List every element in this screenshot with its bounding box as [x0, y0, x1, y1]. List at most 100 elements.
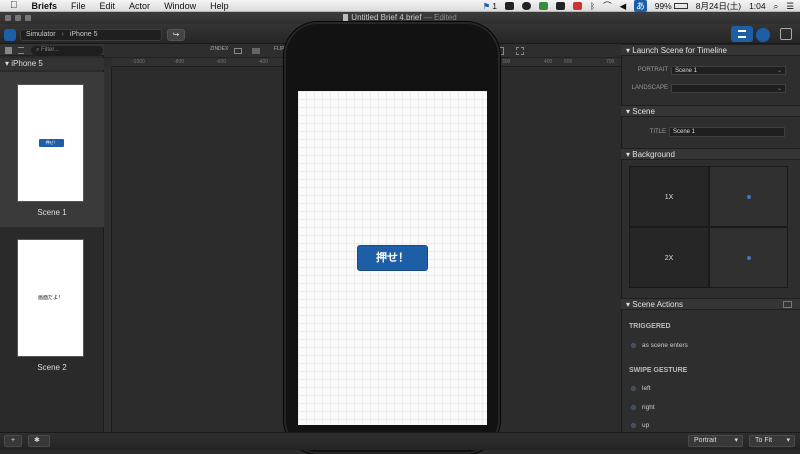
close-window-icon[interactable]: [5, 15, 11, 21]
action-scene-enters-label: as scene enters: [642, 342, 688, 349]
breadcrumb-device[interactable]: iPhone 5: [70, 31, 98, 38]
action-swipe-up-label: up: [642, 422, 650, 429]
info-icon[interactable]: [756, 28, 770, 42]
action-swipe-left[interactable]: left: [631, 385, 651, 392]
settings-menu-button[interactable]: ✱: [28, 435, 50, 447]
scene-actions-header[interactable]: ▾ Scene Actions: [621, 298, 800, 310]
chevron-down-icon: ⌄: [776, 68, 782, 74]
menu-window[interactable]: Window: [164, 0, 196, 12]
zoom-select[interactable]: To Fit ▾: [749, 435, 795, 447]
action-swipe-right[interactable]: right: [631, 404, 655, 411]
scene-section-header[interactable]: ▾ Scene: [621, 105, 800, 117]
scene-actions-title: Scene Actions: [632, 300, 683, 309]
bluetooth-icon[interactable]: ᛒ: [590, 1, 595, 11]
menubar-time[interactable]: 1:04: [749, 1, 766, 11]
device-group-header[interactable]: ▾ iPhone 5: [0, 58, 104, 70]
swipe-gesture-heading: SWIPE GESTURE: [629, 367, 688, 374]
action-swipe-up[interactable]: up: [631, 422, 649, 429]
background-1x-label: 1X: [629, 166, 709, 227]
minimize-window-icon[interactable]: [15, 15, 21, 21]
scene-2-label[interactable]: Scene 2: [0, 363, 104, 372]
input-method-icon[interactable]: あ: [634, 0, 647, 12]
evernote-icon[interactable]: [505, 2, 515, 10]
battery-icon[interactable]: [673, 3, 688, 9]
menu-file[interactable]: File: [71, 0, 86, 12]
radio-icon: [631, 405, 636, 410]
ruler-tick: 400: [544, 59, 553, 65]
sound-icon[interactable]: [556, 2, 566, 10]
radio-icon: [631, 386, 636, 391]
expand-icon[interactable]: [780, 28, 792, 40]
launch-section-header[interactable]: ▾ Launch Scene for Timeline: [621, 44, 800, 56]
action-scene-enters[interactable]: as scene enters: [631, 342, 688, 349]
menu-edit[interactable]: Edit: [100, 0, 116, 12]
search-icon[interactable]: ⌕: [774, 1, 779, 12]
zoom-window-icon[interactable]: [25, 15, 31, 21]
action-swipe-right-label: right: [642, 404, 655, 411]
filter-input[interactable]: ⌕ Filter...: [31, 46, 103, 55]
landscape-label: LANDSCAPE: [631, 85, 668, 91]
radio-icon: [631, 423, 636, 428]
ruler-tick: -800: [174, 59, 185, 65]
edited-status: — Edited: [423, 13, 457, 22]
menu-bar:  Briefs File Edit Actor Window Help ⚑ 1…: [0, 0, 800, 12]
background-1x-well[interactable]: [709, 166, 788, 227]
landscape-scene-select[interactable]: ⌄: [671, 84, 786, 93]
apple-menu-icon[interactable]: : [10, 0, 18, 12]
portrait-scene-select[interactable]: Scene 1 ⌄: [671, 66, 786, 75]
list-view-icon[interactable]: [18, 47, 24, 54]
ruler-tick: -400: [258, 59, 269, 65]
send-backward-icon[interactable]: [252, 48, 260, 54]
background-2x-well[interactable]: [709, 227, 788, 288]
grid-view-icon[interactable]: [5, 47, 12, 54]
add-scene-button[interactable]: +: [4, 435, 22, 447]
add-action-icon[interactable]: [783, 301, 792, 308]
dropbox-icon[interactable]: [573, 2, 583, 10]
vertical-ruler: [104, 67, 112, 432]
scene-title-value: Scene 1: [673, 129, 696, 135]
menu-app-name[interactable]: Briefs: [32, 0, 58, 12]
window-title: Untitled Brief 4.brief: [351, 13, 422, 22]
scene-1-thumbnail[interactable]: 押せ！: [17, 84, 84, 202]
background-2x-label: 2X: [629, 227, 709, 288]
chevron-down-icon: ⌄: [776, 86, 782, 92]
flag-icon[interactable]: ⚑: [483, 1, 491, 12]
background-section-header[interactable]: ▾ Background: [621, 148, 800, 160]
action-swipe-left-label: left: [642, 385, 651, 392]
sync-icon[interactable]: [522, 2, 532, 10]
menubar-date[interactable]: 8月24日(土): [696, 0, 741, 12]
drive-icon[interactable]: [539, 2, 549, 10]
triggered-heading: TRIGGERED: [629, 323, 671, 330]
radio-icon: [631, 343, 636, 348]
scene-1-label[interactable]: Scene 1: [0, 208, 104, 217]
notification-count: 1: [492, 1, 498, 11]
list-view-button[interactable]: [731, 26, 753, 42]
gear-icon: ✱: [34, 437, 40, 444]
stop-simulator-button[interactable]: [4, 29, 16, 41]
breadcrumb-simulator[interactable]: Simulator: [26, 31, 56, 38]
portrait-scene-value: Scene 1: [675, 68, 698, 74]
document-icon: [343, 14, 349, 22]
image-well-icon: [747, 195, 751, 199]
menu-actor[interactable]: Actor: [129, 0, 150, 12]
zindex-label: ZINDEX: [210, 46, 229, 52]
share-icon: ↪: [172, 30, 180, 39]
menu-help[interactable]: Help: [210, 0, 229, 12]
chevron-down-icon: ▾: [734, 437, 738, 444]
scene-2-thumbnail[interactable]: 画面だよ！: [17, 239, 84, 357]
notification-center-icon[interactable]: ☰: [786, 1, 794, 12]
wifi-icon[interactable]: ⌒: [603, 0, 612, 12]
push-button-actor[interactable]: 押せ！: [357, 245, 428, 271]
orientation-select[interactable]: Portrait ▾: [688, 435, 743, 447]
scene-title-input[interactable]: Scene 1: [669, 127, 785, 137]
distribute-icon[interactable]: [516, 47, 524, 55]
share-button[interactable]: ↪: [167, 29, 185, 41]
battery-percent[interactable]: 99%: [655, 1, 672, 11]
breadcrumb: Simulator › iPhone 5: [20, 29, 162, 41]
bring-forward-icon[interactable]: [234, 48, 242, 54]
filter-placeholder: Filter...: [41, 47, 60, 53]
ruler-tick: 700: [606, 59, 615, 65]
plus-icon: +: [11, 437, 16, 444]
volume-icon[interactable]: ◀: [620, 1, 627, 12]
ruler-tick: -600: [216, 59, 227, 65]
